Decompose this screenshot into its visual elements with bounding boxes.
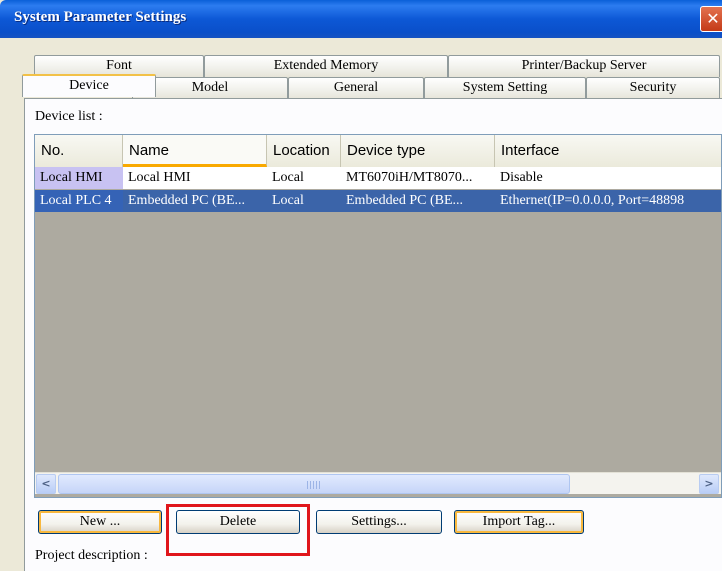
settings-button[interactable]: Settings... — [316, 510, 442, 534]
device-list-label: Device list : — [35, 109, 103, 124]
tab-device[interactable]: Device — [22, 74, 156, 97]
chevron-right-icon: > — [704, 477, 714, 490]
column-header-name[interactable]: Name — [123, 135, 267, 167]
list-header: No. Name Location Device type Interface — [35, 135, 721, 167]
window-title: System Parameter Settings — [14, 9, 187, 25]
tab-label: Font — [106, 58, 132, 73]
column-header-interface[interactable]: Interface — [495, 135, 721, 167]
cell-location: Local — [267, 190, 341, 212]
column-header-no[interactable]: No. — [35, 135, 123, 167]
column-header-device-type[interactable]: Device type — [341, 135, 495, 167]
close-icon: ✕ — [706, 9, 720, 28]
cell-name: Local HMI — [123, 167, 267, 189]
table-row-selected[interactable]: Local PLC 4 Embedded PC (BE... Local Emb… — [35, 190, 721, 212]
scroll-right-button[interactable]: > — [699, 474, 719, 494]
scroll-left-button[interactable]: < — [36, 474, 56, 494]
cell-interface: Ethernet(IP=0.0.0.0, Port=48898 — [495, 190, 721, 212]
scroll-thumb[interactable] — [58, 474, 570, 494]
title-bar[interactable]: System Parameter Settings — [0, 0, 722, 38]
cell-device-type: MT6070iH/MT8070... — [341, 167, 495, 189]
tab-label: Device — [69, 78, 109, 93]
tab-label: Model — [191, 80, 229, 95]
tab-extended-memory[interactable]: Extended Memory — [204, 55, 448, 77]
cell-name: Embedded PC (BE... — [123, 190, 267, 212]
tab-label: General — [333, 80, 379, 95]
tab-printer-backup-server[interactable]: Printer/Backup Server — [448, 55, 720, 77]
cell-interface: Disable — [495, 167, 721, 189]
new-button[interactable]: New ... — [38, 510, 162, 534]
close-button[interactable]: ✕ — [700, 6, 722, 32]
column-header-location[interactable]: Location — [267, 135, 341, 167]
tab-label: System Setting — [462, 80, 548, 95]
table-row[interactable]: Local HMI Local HMI Local MT6070iH/MT807… — [35, 167, 721, 189]
tab-label: Printer/Backup Server — [521, 58, 647, 73]
annotation-highlight-box — [166, 504, 310, 556]
device-list[interactable]: No. Name Location Device type Interface … — [34, 134, 722, 498]
cell-location: Local — [267, 167, 341, 189]
chevron-left-icon: < — [41, 477, 51, 490]
cell-no: Local HMI — [35, 167, 123, 189]
tab-general[interactable]: General — [288, 77, 424, 99]
tab-system-setting[interactable]: System Setting — [424, 77, 586, 99]
tab-label: Extended Memory — [273, 58, 379, 73]
project-description-label: Project description : — [35, 548, 148, 563]
import-tag-button[interactable]: Import Tag... — [454, 510, 584, 534]
cell-no: Local PLC 4 — [35, 190, 123, 212]
grip-icon — [307, 481, 321, 489]
cell-device-type: Embedded PC (BE... — [341, 190, 495, 212]
horizontal-scrollbar[interactable]: < > — [35, 472, 721, 494]
tab-security[interactable]: Security — [586, 77, 720, 99]
tab-label: Security — [629, 80, 677, 95]
